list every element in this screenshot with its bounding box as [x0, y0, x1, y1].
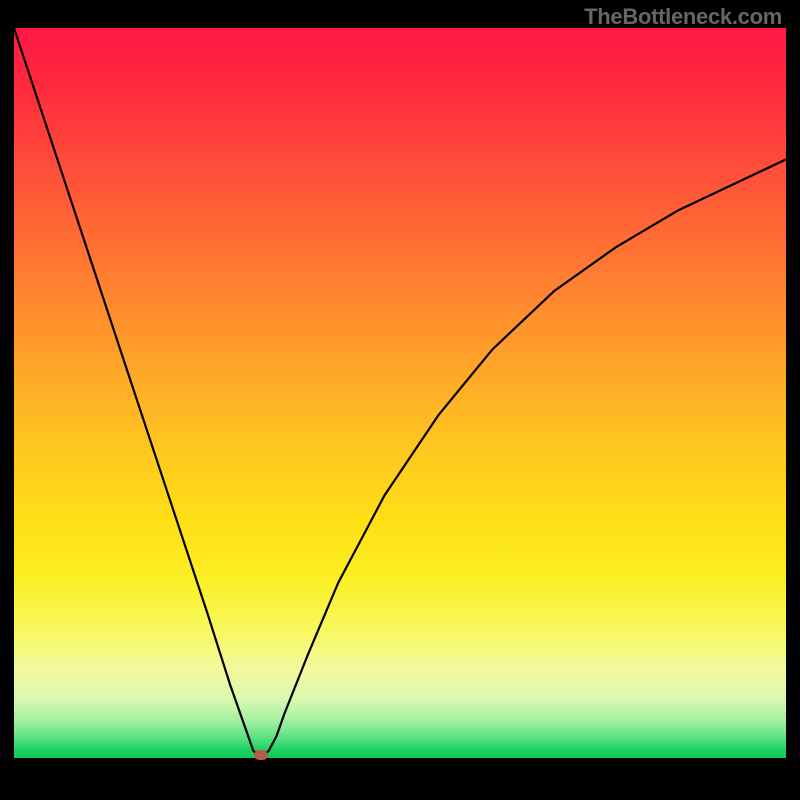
watermark-text: TheBottleneck.com — [584, 4, 782, 30]
bottleneck-curve — [14, 28, 786, 758]
minimum-marker — [254, 750, 268, 760]
plot-container — [14, 28, 786, 786]
